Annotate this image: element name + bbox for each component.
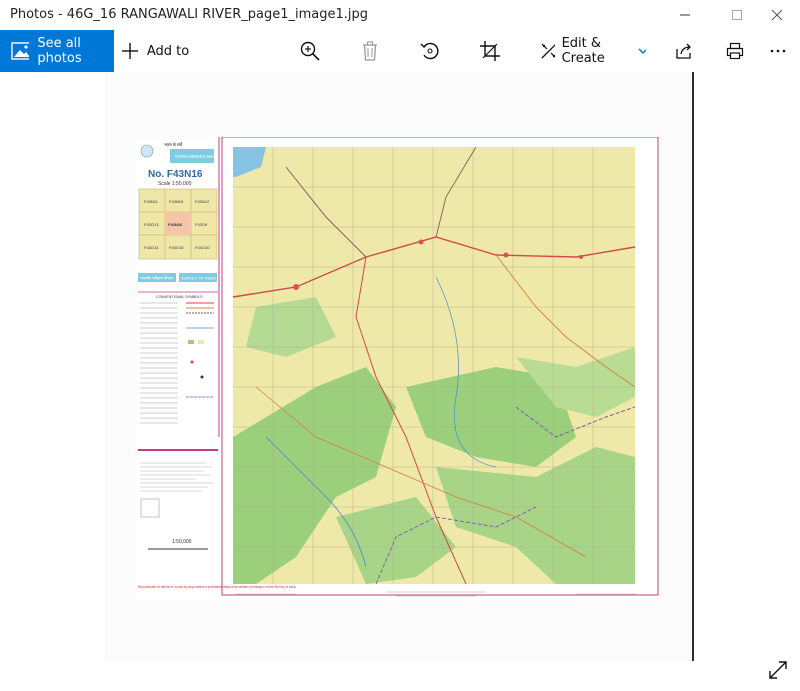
index-cell-1: F43N11	[144, 199, 159, 204]
warning-text: Reproduction in whole or in part by any …	[138, 585, 296, 589]
window-title: Photos - 46G_16 RANGAWALI RIVER_page1_im…	[10, 7, 368, 22]
photos-icon	[11, 42, 30, 60]
map-image: भारत के सर्वे OPEN SERIES MAP No. F43N16…	[136, 136, 660, 601]
zoom-in-icon	[300, 41, 320, 61]
dept-hindi: भारतीय सर्वेक्षण विभाग	[140, 276, 174, 281]
delete-icon	[363, 41, 377, 61]
close-icon	[771, 9, 783, 21]
see-all-photos-label: See all photos	[37, 36, 82, 66]
sheet-index-grid: F43N11 F43N15 F43N12 F43O13 F43N16 F43O9…	[138, 188, 218, 260]
index-cell-8: F43O15	[169, 245, 184, 250]
map-header-small: भारत के सर्वे	[164, 142, 183, 147]
index-cell-9: F43O10	[195, 245, 210, 250]
index-cell-5: F43N16	[168, 222, 183, 227]
edit-create-label: Edit & Create	[561, 36, 605, 66]
print-icon	[726, 42, 744, 60]
map-scale: Scale 1:50,000	[158, 181, 192, 187]
map-body	[221, 136, 659, 597]
map-series: OPEN SERIES MAP	[175, 154, 217, 159]
chevron-down-icon	[638, 48, 646, 55]
scrollbar[interactable]	[692, 72, 694, 661]
zoom-button[interactable]	[296, 30, 324, 72]
add-to-label: Add to	[146, 43, 190, 59]
toolbar: See all photos Add to Edit & Create	[0, 30, 800, 72]
share-icon	[676, 43, 691, 59]
map-sheet-number: No. F43N16	[148, 169, 203, 180]
survey-emblem	[140, 144, 154, 158]
edit-create-icon	[541, 43, 555, 59]
crop-button[interactable]	[476, 30, 504, 72]
legend-title: CONVENTIONAL SYMBOLS	[156, 295, 203, 299]
index-cell-6: F43O9	[195, 222, 208, 227]
rotate-button[interactable]	[416, 30, 444, 72]
see-all-photos-button[interactable]: See all photos	[0, 30, 114, 72]
minimize-icon	[680, 14, 690, 16]
close-button[interactable]	[754, 0, 800, 30]
dept-english: SURVEY OF INDIA	[181, 276, 216, 281]
full-screen-button[interactable]	[766, 658, 790, 682]
topographic-map: भारत के सर्वे OPEN SERIES MAP No. F43N16…	[136, 136, 659, 601]
rotate-icon	[420, 42, 439, 60]
add-to-button[interactable]: Add to	[120, 30, 190, 72]
title-bar: Photos - 46G_16 RANGAWALI RIVER_page1_im…	[0, 0, 800, 30]
index-cell-2: F43N15	[169, 199, 184, 204]
more-icon	[770, 49, 786, 53]
index-cell-3: F43N12	[195, 199, 210, 204]
scale-bottom: 1:50,000	[172, 539, 192, 545]
index-cell-7: F43O14	[144, 245, 159, 250]
crop-icon	[480, 41, 500, 61]
share-button[interactable]	[670, 30, 698, 72]
more-options-button[interactable]	[764, 30, 792, 72]
index-cell-4: F43O13	[144, 222, 159, 227]
edit-create-button[interactable]: Edit & Create	[540, 30, 646, 72]
maximize-icon	[732, 10, 742, 20]
add-icon	[121, 43, 138, 59]
minimize-button[interactable]	[662, 0, 708, 30]
delete-button[interactable]	[356, 30, 384, 72]
print-button[interactable]	[721, 30, 749, 72]
expand-icon	[769, 661, 787, 679]
